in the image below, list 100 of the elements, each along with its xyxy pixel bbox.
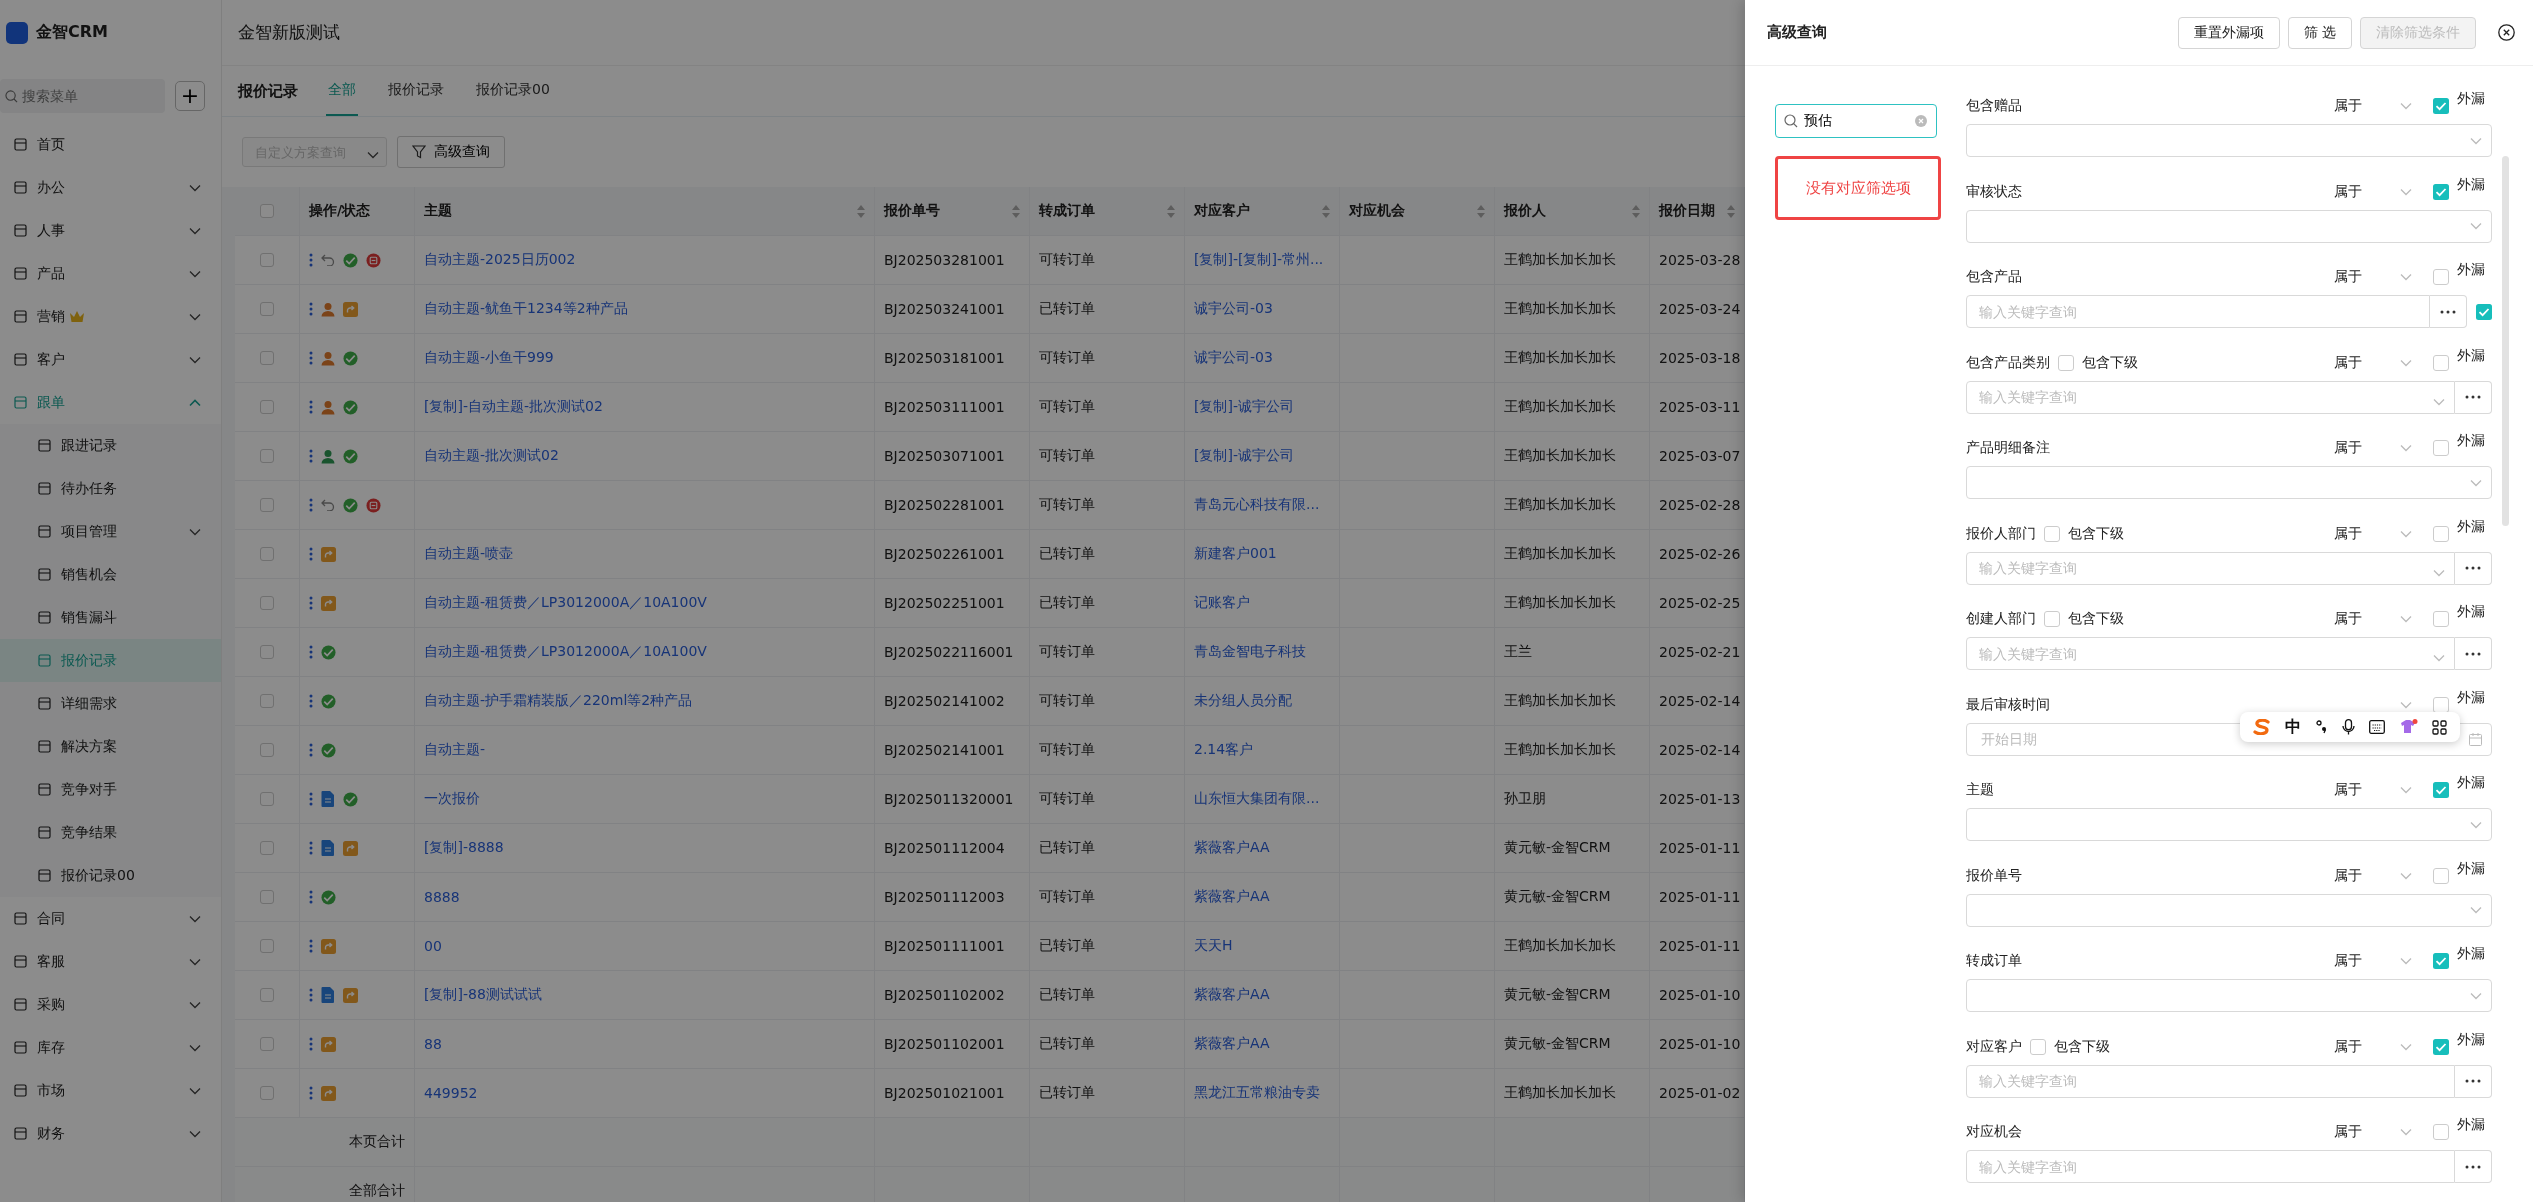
customer-link[interactable]: 紫薇客户AA [1194, 1035, 1270, 1053]
row-checkbox[interactable] [260, 988, 274, 1002]
subject-link[interactable]: 8888 [424, 889, 460, 905]
row-checkbox[interactable] [260, 400, 274, 414]
row-checkbox[interactable] [260, 694, 274, 708]
subject-link[interactable]: [复制]-自动主题-批次测试02 [424, 398, 603, 416]
scrollbar[interactable] [2502, 156, 2509, 526]
row-checkbox[interactable] [260, 351, 274, 365]
keyword-field[interactable]: 输入关键字查询 [1966, 295, 2430, 328]
tab[interactable]: 报价记录 [386, 66, 446, 116]
more-icon[interactable] [309, 841, 313, 855]
subject-link[interactable]: 一次报价 [424, 790, 480, 808]
row-checkbox[interactable] [260, 743, 274, 757]
sort-icon[interactable] [1477, 204, 1485, 218]
more-icon[interactable] [309, 939, 313, 953]
dropdown-field[interactable] [1966, 808, 2492, 841]
row-checkbox[interactable] [260, 547, 274, 561]
checkbox[interactable] [2433, 867, 2449, 884]
more-icon[interactable] [309, 498, 313, 512]
customer-link[interactable]: [复制]-[复制]-常州... [1194, 251, 1324, 269]
keyboard-icon[interactable] [2369, 720, 2386, 734]
menu-item[interactable]: 产品 [0, 252, 221, 295]
search-field[interactable]: 预估 [1775, 104, 1937, 138]
menu-item[interactable]: 营销 [0, 295, 221, 338]
toolbar-button[interactable]: 筛 选 [2287, 16, 2352, 49]
subject-link[interactable]: 自动主题-小鱼干999 [424, 349, 554, 367]
customer-link[interactable]: 未分组人员分配 [1194, 692, 1292, 710]
customer-link[interactable]: 2.14客户 [1194, 741, 1254, 759]
customer-link[interactable]: 青岛元心科技有限... [1194, 496, 1320, 514]
menu-item[interactable]: 销售漏斗 [0, 596, 221, 639]
customer-link[interactable]: [复制]-诚宇公司 [1194, 398, 1294, 416]
advanced-search-button[interactable]: 高级查询 [397, 136, 505, 168]
operator-select[interactable]: 属于 [2334, 866, 2362, 883]
dropdown-field[interactable] [1966, 209, 2492, 243]
row-checkbox[interactable] [260, 890, 274, 904]
more-icon[interactable] [309, 988, 313, 1002]
dropdown-field[interactable] [1966, 979, 2492, 1012]
customer-link[interactable]: [复制]-诚宇公司 [1194, 447, 1294, 465]
clear-icon[interactable] [1915, 115, 1927, 127]
menu-item[interactable]: 详细需求 [0, 682, 221, 725]
shirt-icon[interactable] [2399, 719, 2418, 735]
menu-item[interactable]: 竞争结果 [0, 811, 221, 854]
sort-icon[interactable] [1632, 204, 1640, 218]
add-button[interactable]: + [175, 81, 205, 111]
operator-select[interactable]: 属于 [2334, 97, 2362, 113]
dropdown-field[interactable] [1966, 124, 2492, 157]
menu-item[interactable]: 销售机会 [0, 553, 221, 596]
checkbox[interactable] [2433, 183, 2449, 200]
customer-link[interactable]: 诚宇公司-03 [1194, 300, 1273, 318]
operator-select[interactable]: 属于 [2334, 1123, 2362, 1139]
subject-link[interactable]: [复制]-8888 [424, 839, 504, 857]
start-date-input[interactable]: 开始日期 [1979, 730, 2183, 748]
checkbox[interactable] [2433, 269, 2449, 285]
menu-search-field[interactable]: 搜索菜单 [0, 79, 165, 113]
undo-icon[interactable] [321, 499, 335, 511]
dropdown-field[interactable] [1966, 893, 2492, 927]
subject-link[interactable]: 自动主题-鱿鱼干1234等2种产品 [424, 300, 628, 318]
menu-item[interactable]: 库存 [0, 1026, 221, 1069]
checkbox[interactable] [2058, 354, 2074, 371]
subject-link[interactable]: 449952 [424, 1085, 478, 1101]
checkbox[interactable] [2476, 303, 2492, 320]
more-icon[interactable] [309, 645, 313, 659]
subject-link[interactable]: 自动主题-租赁费／LP3012000A／10A100V [424, 594, 707, 612]
subject-link[interactable]: 自动主题-批次测试02 [424, 447, 559, 465]
checkbox[interactable] [2433, 782, 2449, 798]
subject-link[interactable]: 自动主题-护手霜精装版／220ml等2种产品 [424, 692, 693, 710]
operator-select[interactable]: 属于 [2334, 268, 2362, 284]
menu-item[interactable]: 市场 [0, 1069, 221, 1112]
undo-icon[interactable] [321, 254, 335, 266]
more-button[interactable] [2430, 295, 2467, 328]
close-icon[interactable] [2498, 24, 2515, 41]
row-checkbox[interactable] [260, 253, 274, 267]
keyword-field[interactable]: 输入关键字查询 [1966, 1150, 2455, 1183]
customer-link[interactable]: 黑龙江五常粮油专卖 [1194, 1084, 1320, 1102]
menu-item[interactable]: 财务 [0, 1112, 221, 1155]
menu-item[interactable]: 合同 [0, 897, 221, 940]
checkbox[interactable] [2433, 696, 2449, 713]
more-icon[interactable] [309, 596, 313, 610]
operator-select[interactable]: 属于 [2334, 610, 2362, 626]
row-checkbox[interactable] [260, 841, 274, 855]
sort-icon[interactable] [1322, 204, 1330, 218]
more-icon[interactable] [309, 253, 313, 267]
punctuation-icon[interactable] [2315, 720, 2328, 734]
more-icon[interactable] [309, 351, 313, 365]
sort-icon[interactable] [857, 204, 865, 218]
operator-select[interactable]: 属于 [2334, 781, 2362, 797]
customer-link[interactable]: 记账客户 [1194, 594, 1250, 612]
microphone-icon[interactable] [2342, 719, 2355, 735]
menu-item[interactable]: 待办任务 [0, 467, 221, 510]
checkbox[interactable] [2044, 525, 2060, 542]
menu-item[interactable]: 项目管理 [0, 510, 221, 553]
more-icon[interactable] [309, 1086, 313, 1100]
menu-item[interactable]: 客服 [0, 940, 221, 983]
subject-link[interactable]: 自动主题-2025日历002 [424, 251, 576, 269]
more-icon[interactable] [309, 547, 313, 561]
more-icon[interactable] [309, 400, 313, 414]
operator-select[interactable]: 属于 [2334, 1037, 2362, 1054]
more-icon[interactable] [309, 1037, 313, 1051]
subject-link[interactable]: 自动主题-租赁费／LP3012000A／10A100V [424, 643, 707, 661]
checkbox[interactable] [2433, 354, 2449, 371]
